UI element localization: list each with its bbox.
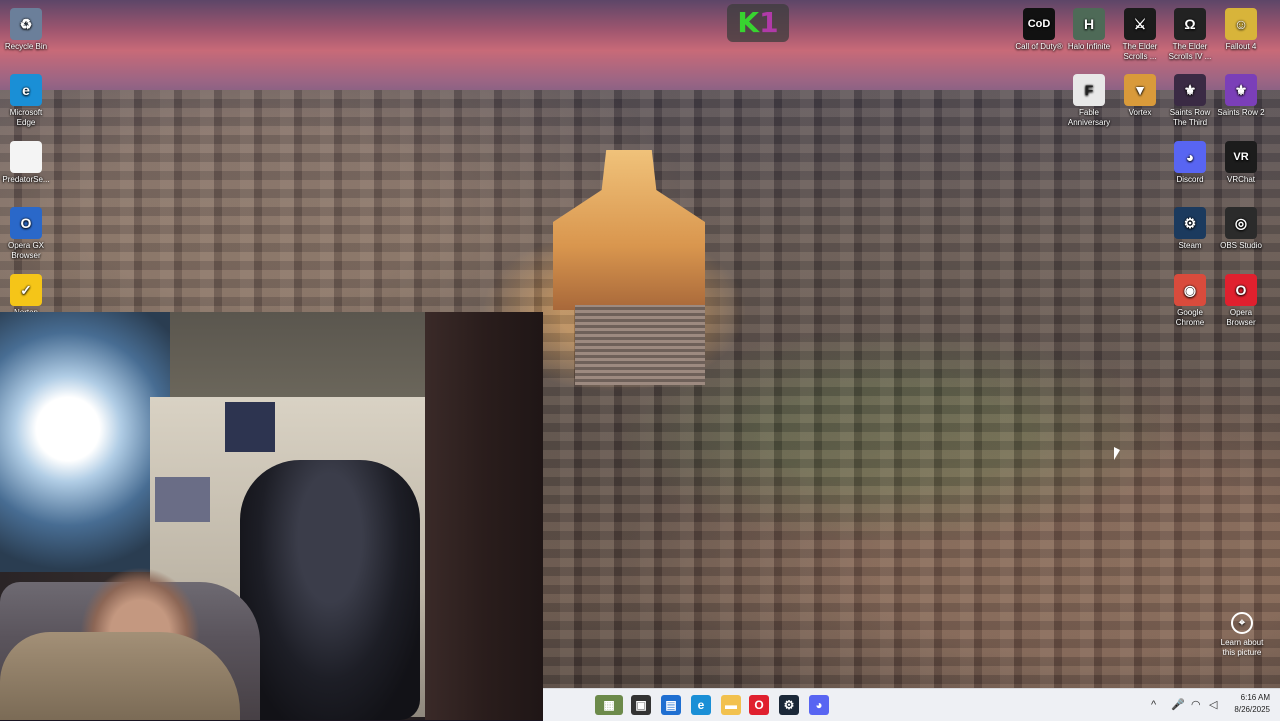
cathedral-stairs	[575, 305, 705, 385]
desktop-icon[interactable]: Ω The Elder Scrolls IV ...	[1164, 4, 1216, 70]
vrchat-icon: VR	[1225, 141, 1257, 173]
webcam-blanket	[0, 632, 240, 720]
desktop-icon[interactable]: ♻ Recycle Bin	[0, 4, 52, 70]
desktop-icon[interactable]: PredatorSe...	[0, 137, 52, 203]
webcam-overlay	[0, 312, 543, 720]
webcam-poster	[155, 477, 210, 522]
logo-letter: K	[737, 6, 760, 39]
desktop-icon-label: Halo Infinite	[1067, 42, 1111, 51]
file-explorer-icon[interactable]: ▬	[721, 695, 741, 715]
desktop-icon-label: The Elder Scrolls IV ...	[1168, 42, 1212, 61]
clock-time: 6:16 AM	[1240, 693, 1270, 702]
webcam-door	[425, 312, 543, 720]
desktop-icon-label: Saints Row 2	[1217, 108, 1265, 117]
tray-chevron-icon[interactable]: ^	[1151, 697, 1156, 713]
steam-icon[interactable]: ⚙	[779, 695, 799, 715]
desktop-icon[interactable]: ◎ OBS Studio	[1215, 203, 1267, 269]
desktop-icon[interactable]: ◕ Discord	[1164, 137, 1216, 203]
task-view-icon[interactable]: ▣	[631, 695, 651, 715]
recycle-bin-icon: ♻	[10, 8, 42, 40]
desktop-icon-label: Fable Anniversary	[1067, 108, 1111, 127]
widgets-icon[interactable]: ▦	[595, 695, 623, 715]
desktop-icon[interactable]: O Opera GX Browser	[0, 203, 52, 269]
camera-icon: ⌖	[1231, 612, 1253, 634]
fable-anniversary-icon: F	[1073, 74, 1105, 106]
desktop-icon[interactable]: ⚜ Saints Row 2	[1215, 70, 1267, 136]
store-icon[interactable]: ▤	[661, 695, 681, 715]
taskbar: ▦ ▣ ▤ e ▬ O ⚙ ◕ ^ 🎤 ◠ ◁ 6:16 AM 8/26/2025	[543, 688, 1280, 721]
desktop-icon-label: Steam	[1178, 241, 1202, 250]
desktop-icon-label: Vortex	[1128, 108, 1152, 117]
desktop-icon[interactable]: ⚜ Saints Row The Third	[1164, 70, 1216, 136]
clock-date: 8/26/2025	[1234, 705, 1270, 714]
desktop-icon[interactable]: ◉ Google Chrome	[1164, 270, 1216, 336]
desktop-icon-label: Opera Browser	[1226, 308, 1256, 327]
desktop-icon[interactable]: H Halo Infinite	[1063, 4, 1115, 70]
elder-scrolls-iv-icon: Ω	[1174, 8, 1206, 40]
edge-icon[interactable]: e	[691, 695, 711, 715]
call-of-duty-icon: CoD	[1023, 8, 1055, 40]
obs-studio-icon: ◎	[1225, 207, 1257, 239]
opera-icon[interactable]: O	[749, 695, 769, 715]
elder-scrolls-icon: ⚔	[1124, 8, 1156, 40]
clock[interactable]: 6:16 AM 8/26/2025	[1210, 692, 1270, 716]
desktop-icon[interactable]: ⚔ The Elder Scrolls ...	[1114, 4, 1166, 70]
desktop-icon[interactable]: CoD Call of Duty®	[1013, 4, 1065, 70]
desktop-icon-label: Google Chrome	[1175, 308, 1205, 327]
webcam-curtain	[0, 312, 170, 572]
desktop-icon-label: Saints Row The Third	[1169, 108, 1211, 127]
desktop-icon[interactable]: ▼ Vortex	[1114, 70, 1166, 136]
desktop-icon[interactable]: e Microsoft Edge	[0, 70, 52, 136]
desktop-icon[interactable]: O Opera Browser	[1215, 270, 1267, 336]
edge-icon: e	[10, 74, 42, 106]
desktop-icon-label: Recycle Bin	[4, 42, 48, 51]
discord-icon[interactable]: ◕	[809, 695, 829, 715]
document-icon	[10, 141, 42, 173]
chrome-icon: ◉	[1174, 274, 1206, 306]
discord-icon: ◕	[1174, 141, 1206, 173]
desktop-icon-label: OBS Studio	[1220, 241, 1262, 250]
desktop-icon[interactable]: ☺ Fallout 4	[1215, 4, 1267, 70]
desktop-icon[interactable]: F Fable Anniversary	[1063, 70, 1115, 136]
desktop-icon-label: Discord	[1176, 175, 1204, 184]
learn-label: Learn about this picture	[1220, 638, 1264, 657]
desktop-icon-label: The Elder Scrolls ...	[1122, 42, 1158, 61]
opera-gx-icon: O	[10, 207, 42, 239]
mouse-cursor	[1114, 447, 1120, 460]
learn-about-picture[interactable]: ⌖ Learn about this picture	[1218, 612, 1266, 658]
desktop-icon-label: VRChat	[1226, 175, 1255, 184]
desktop-icon-label: PredatorSe...	[2, 175, 50, 184]
saints-row-2-icon: ⚜	[1225, 74, 1257, 106]
halo-infinite-icon: H	[1073, 8, 1105, 40]
norton-icon: ✓	[10, 274, 42, 306]
steam-icon: ⚙	[1174, 207, 1206, 239]
desktop-icon[interactable]: VR VRChat	[1215, 137, 1267, 203]
webcam-poster	[225, 402, 275, 452]
vortex-icon: ▼	[1124, 74, 1156, 106]
saints-row-third-icon: ⚜	[1174, 74, 1206, 106]
desktop-icon-label: Opera GX Browser	[7, 241, 44, 260]
wifi-icon[interactable]: ◠	[1191, 697, 1201, 713]
microphone-icon[interactable]: 🎤	[1171, 697, 1185, 713]
logo-number: 1	[759, 6, 779, 39]
desktop-icon-label: Call of Duty®	[1015, 42, 1063, 51]
overlay-logo: K1	[727, 4, 789, 42]
webcam-chair	[240, 460, 420, 720]
desktop-icon-label: Fallout 4	[1225, 42, 1257, 51]
fallout-4-icon: ☺	[1225, 8, 1257, 40]
desktop-icon[interactable]: ⚙ Steam	[1164, 203, 1216, 269]
desktop-icon-label: Microsoft Edge	[9, 108, 43, 127]
opera-browser-icon: O	[1225, 274, 1257, 306]
